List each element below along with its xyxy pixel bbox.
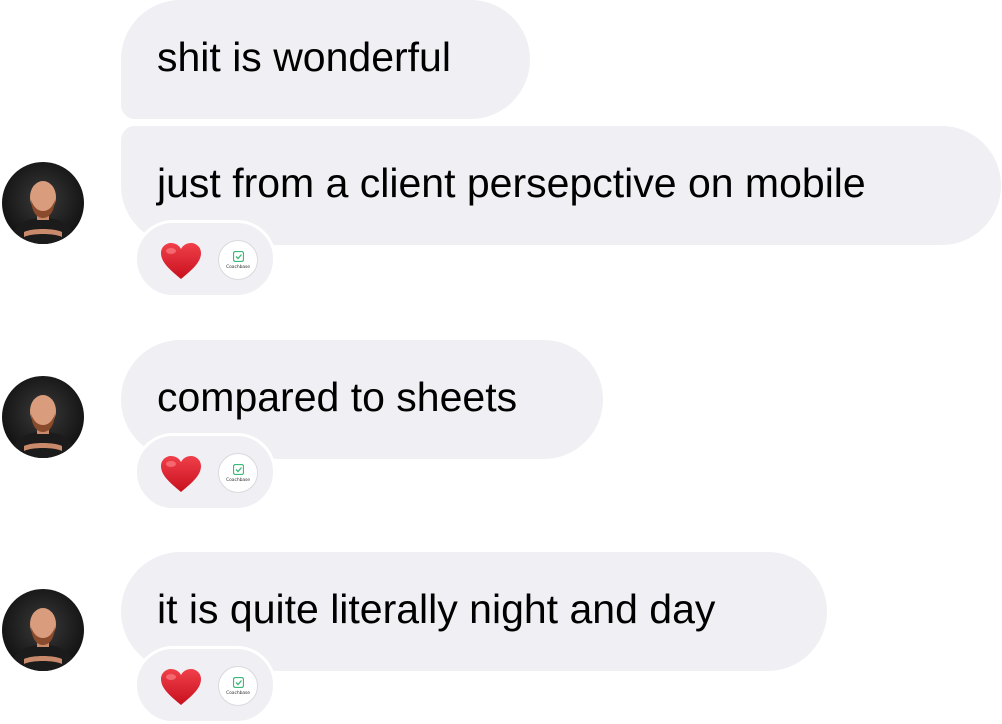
heart-emoji-icon	[159, 667, 203, 707]
app-name-label: Coachbase	[226, 477, 250, 483]
sender-avatar[interactable]	[2, 376, 84, 458]
message-text: just from a client persepctive on mobile	[157, 160, 866, 206]
message-bubble[interactable]: shit is wonderful	[121, 0, 530, 119]
reactions-bar[interactable]: Coachbase	[134, 220, 276, 298]
coachbase-logo-icon: Coachbase	[218, 453, 258, 493]
sender-avatar[interactable]	[2, 162, 84, 244]
coachbase-logo-icon: Coachbase	[218, 666, 258, 706]
coachbase-logo-icon: Coachbase	[218, 240, 258, 280]
reactions-bar[interactable]: Coachbase	[134, 646, 276, 724]
message-text: shit is wonderful	[157, 34, 451, 80]
app-name-label: Coachbase	[226, 264, 250, 270]
sender-avatar[interactable]	[2, 589, 84, 671]
message-text: compared to sheets	[157, 374, 518, 420]
message-text: it is quite literally night and day	[157, 586, 716, 632]
reactions-bar[interactable]: Coachbase	[134, 433, 276, 511]
heart-emoji-icon	[159, 241, 203, 281]
heart-emoji-icon	[159, 454, 203, 494]
app-name-label: Coachbase	[226, 690, 250, 696]
